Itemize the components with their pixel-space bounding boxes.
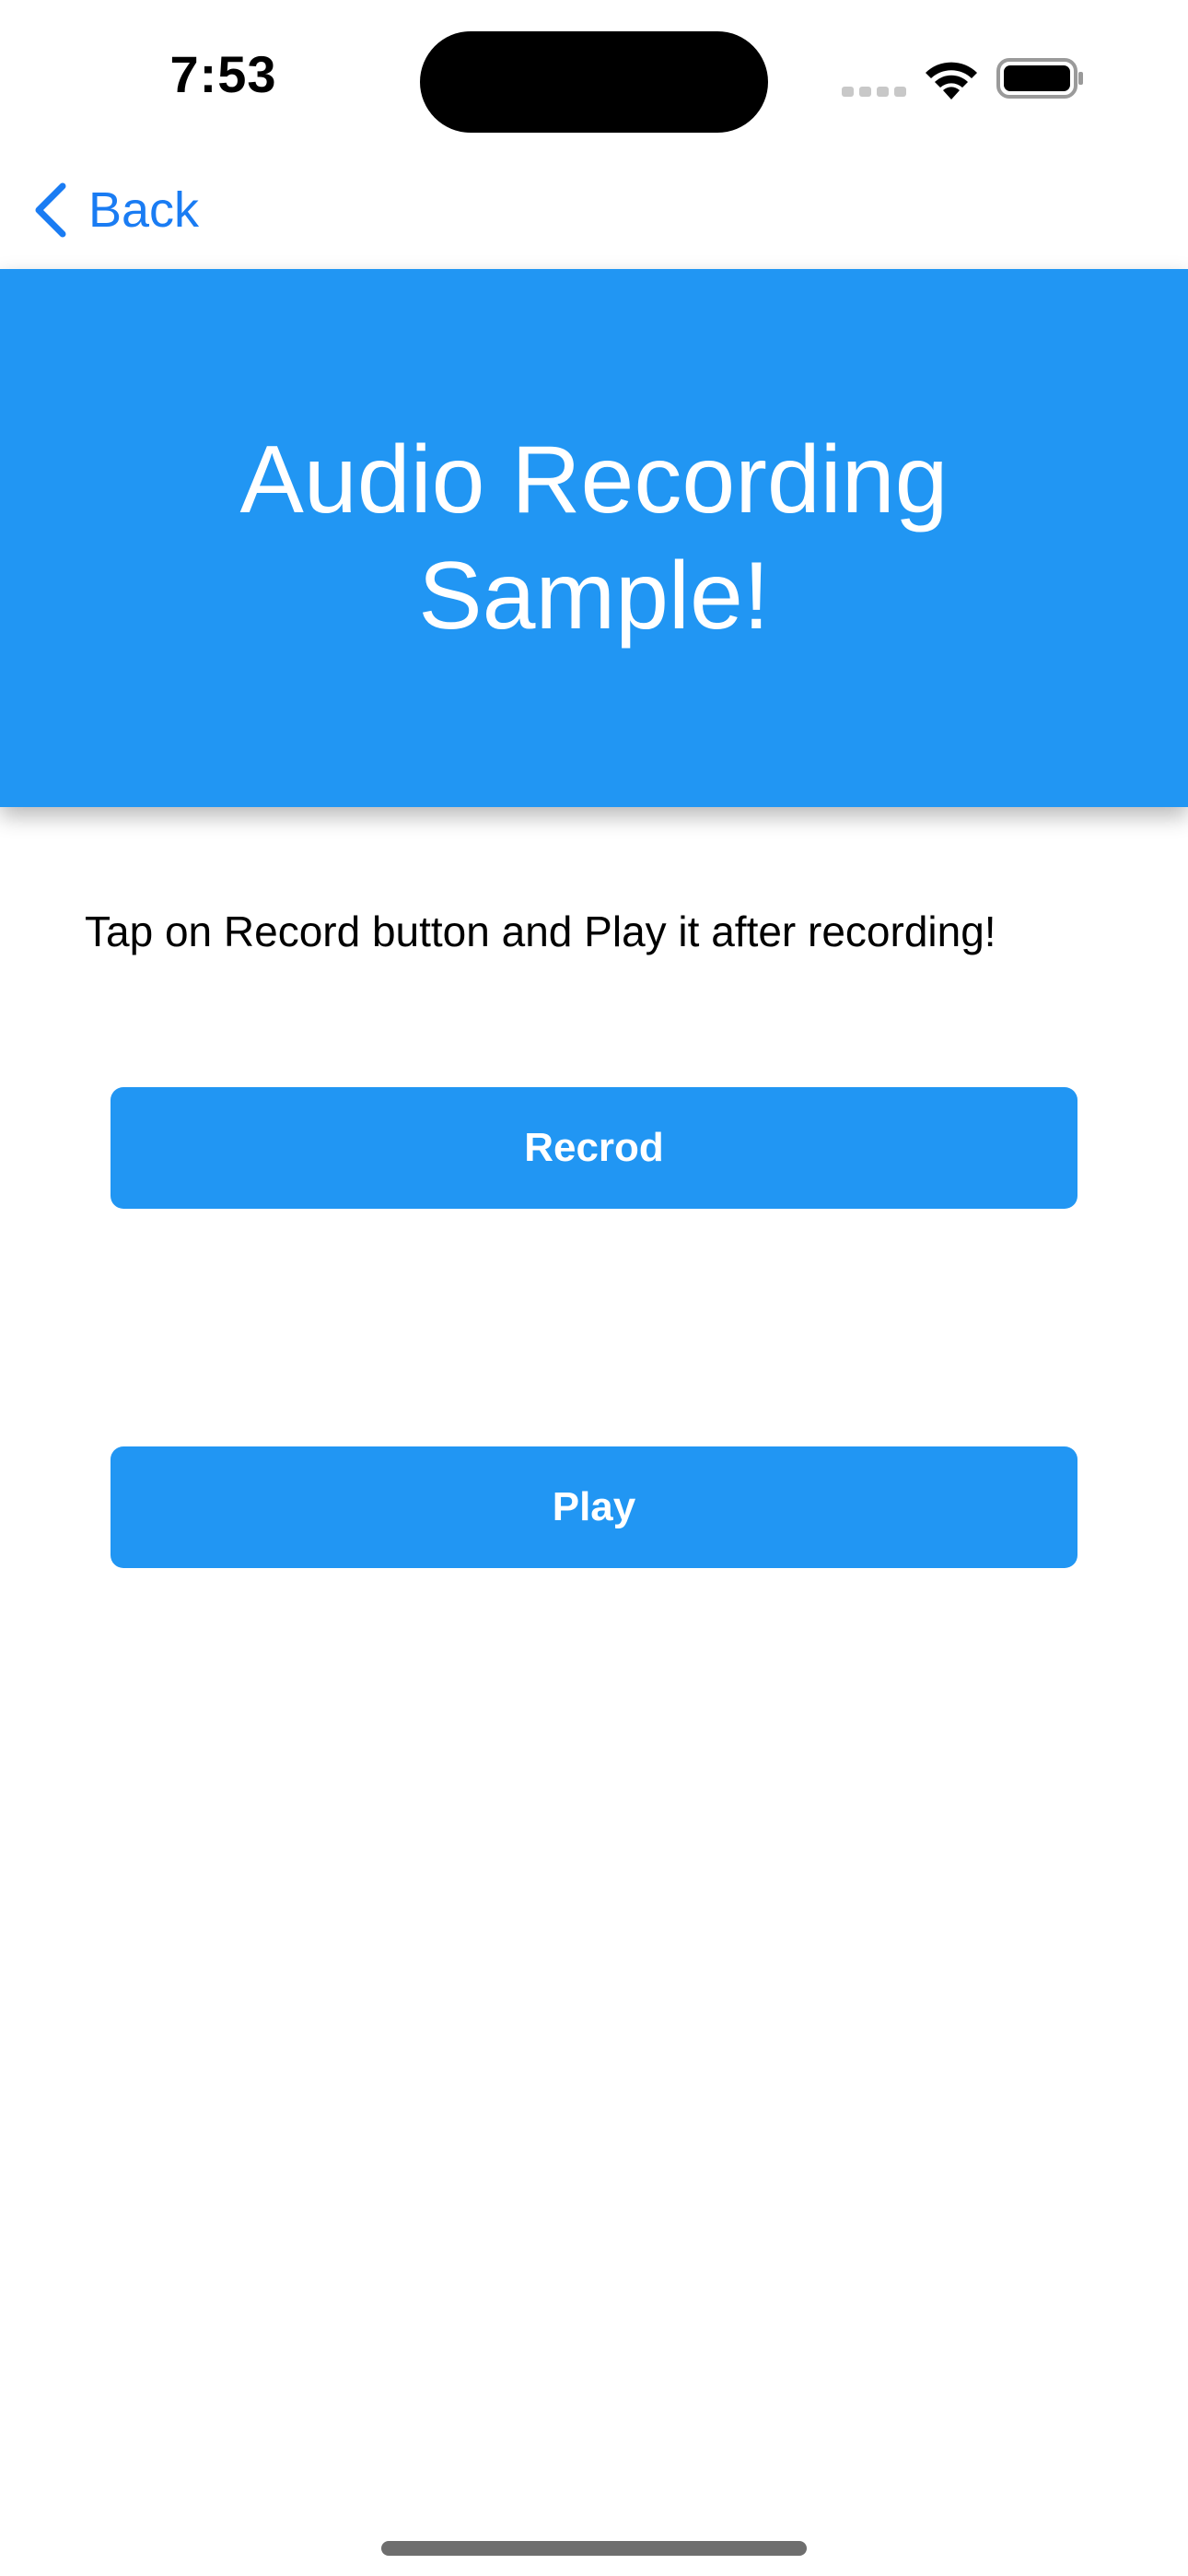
back-button[interactable]: Back xyxy=(31,171,199,249)
signal-icon xyxy=(842,87,906,100)
status-time: 7:53 xyxy=(169,45,277,103)
record-button[interactable]: Recrod xyxy=(111,1087,1077,1209)
app-screen: 7:53 Back Audio Recording Sample! Tap on xyxy=(0,0,1188,2576)
header-banner: Audio Recording Sample! xyxy=(0,269,1188,807)
page-title: Audio Recording Sample! xyxy=(239,427,949,650)
dynamic-island xyxy=(420,31,768,133)
play-button[interactable]: Play xyxy=(111,1446,1077,1568)
wifi-icon xyxy=(926,62,977,100)
instruction-text: Tap on Record button and Play it after r… xyxy=(85,907,996,955)
chevron-left-icon xyxy=(35,182,66,238)
battery-icon xyxy=(996,58,1083,99)
back-label: Back xyxy=(88,182,200,238)
status-bar: 7:53 xyxy=(0,0,1188,157)
home-indicator[interactable] xyxy=(381,2541,807,2556)
